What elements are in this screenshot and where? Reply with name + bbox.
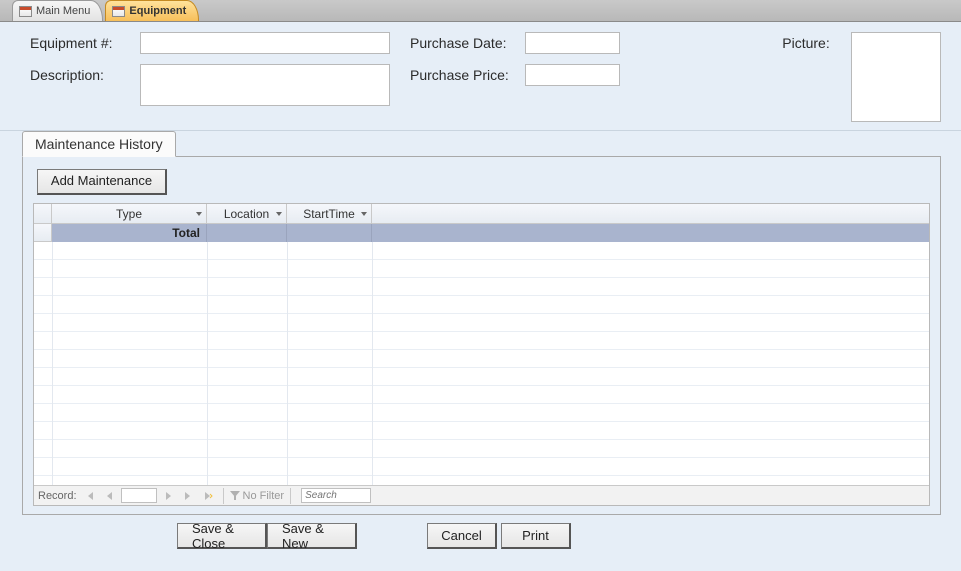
datasheet-header: Type Location StartTime	[34, 204, 929, 224]
chevron-down-icon	[361, 212, 367, 216]
total-starttime-cell	[287, 224, 372, 242]
equipment-no-label: Equipment #:	[30, 32, 140, 51]
form-icon	[112, 6, 125, 17]
tabcontrol-body: Add Maintenance Type Location StartTime	[22, 156, 941, 515]
print-button[interactable]: Print	[501, 523, 571, 549]
column-starttime[interactable]: StartTime	[287, 204, 372, 223]
last-icon	[183, 491, 193, 501]
cancel-button[interactable]: Cancel	[427, 523, 497, 549]
save-close-button[interactable]: Save & Close	[177, 523, 267, 549]
window-tab-bar: Main Menu Equipment	[0, 0, 961, 22]
purchase-date-input[interactable]	[525, 32, 620, 54]
equipment-no-input[interactable]	[140, 32, 390, 54]
datasheet-body[interactable]: Total	[34, 224, 929, 485]
purchase-date-label: Purchase Date:	[410, 32, 525, 51]
filter-indicator[interactable]: No Filter	[230, 490, 285, 502]
cancel-label: Cancel	[441, 528, 481, 543]
row-selector[interactable]	[34, 224, 52, 242]
tab-equipment-label: Equipment	[129, 5, 186, 17]
total-label: Total	[52, 224, 207, 242]
form-icon	[19, 6, 32, 17]
tabcontrol-header: Maintenance History	[22, 131, 941, 157]
record-navigator: Record:	[34, 485, 929, 505]
new-record-icon	[203, 491, 213, 501]
total-location-cell	[207, 224, 287, 242]
first-icon	[85, 491, 95, 501]
nav-new-button[interactable]	[199, 488, 217, 504]
save-close-label: Save & Close	[192, 521, 251, 551]
tab-maintenance-history[interactable]: Maintenance History	[22, 131, 176, 157]
nav-last-button[interactable]	[179, 488, 197, 504]
form-header: Equipment #: Description: Purchase Date:…	[0, 22, 961, 131]
tab-equipment[interactable]: Equipment	[105, 0, 199, 21]
picture-label: Picture:	[771, 32, 841, 122]
tab-main-menu-label: Main Menu	[36, 5, 90, 17]
next-icon	[163, 491, 173, 501]
nav-next-button[interactable]	[159, 488, 177, 504]
purchase-price-input[interactable]	[525, 64, 620, 86]
description-input[interactable]	[140, 64, 390, 106]
print-label: Print	[522, 528, 549, 543]
form-footer-buttons: Save & Close Save & New Cancel Print	[22, 515, 941, 559]
prev-icon	[105, 491, 115, 501]
maintenance-datasheet: Type Location StartTime	[33, 203, 930, 506]
chevron-down-icon	[276, 212, 282, 216]
save-new-button[interactable]: Save & New	[267, 523, 357, 549]
picture-box[interactable]	[851, 32, 941, 122]
total-row: Total	[34, 224, 929, 242]
column-starttime-label: StartTime	[303, 207, 355, 221]
select-all-rows[interactable]	[34, 204, 52, 223]
funnel-icon	[230, 491, 240, 501]
tab-maintenance-history-label: Maintenance History	[35, 136, 163, 152]
add-maintenance-label: Add Maintenance	[51, 173, 152, 188]
nav-first-button[interactable]	[81, 488, 99, 504]
record-label: Record:	[38, 490, 77, 502]
purchase-price-label: Purchase Price:	[410, 64, 525, 83]
chevron-down-icon	[196, 212, 202, 216]
add-maintenance-button[interactable]: Add Maintenance	[37, 169, 167, 195]
tab-main-menu[interactable]: Main Menu	[12, 0, 103, 21]
save-new-label: Save & New	[282, 521, 341, 551]
search-input[interactable]	[301, 488, 371, 503]
description-label: Description:	[30, 64, 140, 83]
nav-prev-button[interactable]	[101, 488, 119, 504]
column-type[interactable]: Type	[52, 204, 207, 223]
record-number-input[interactable]	[121, 488, 157, 503]
column-location[interactable]: Location	[207, 204, 287, 223]
no-filter-label: No Filter	[243, 490, 285, 502]
column-type-label: Type	[116, 207, 142, 221]
column-location-label: Location	[224, 207, 269, 221]
